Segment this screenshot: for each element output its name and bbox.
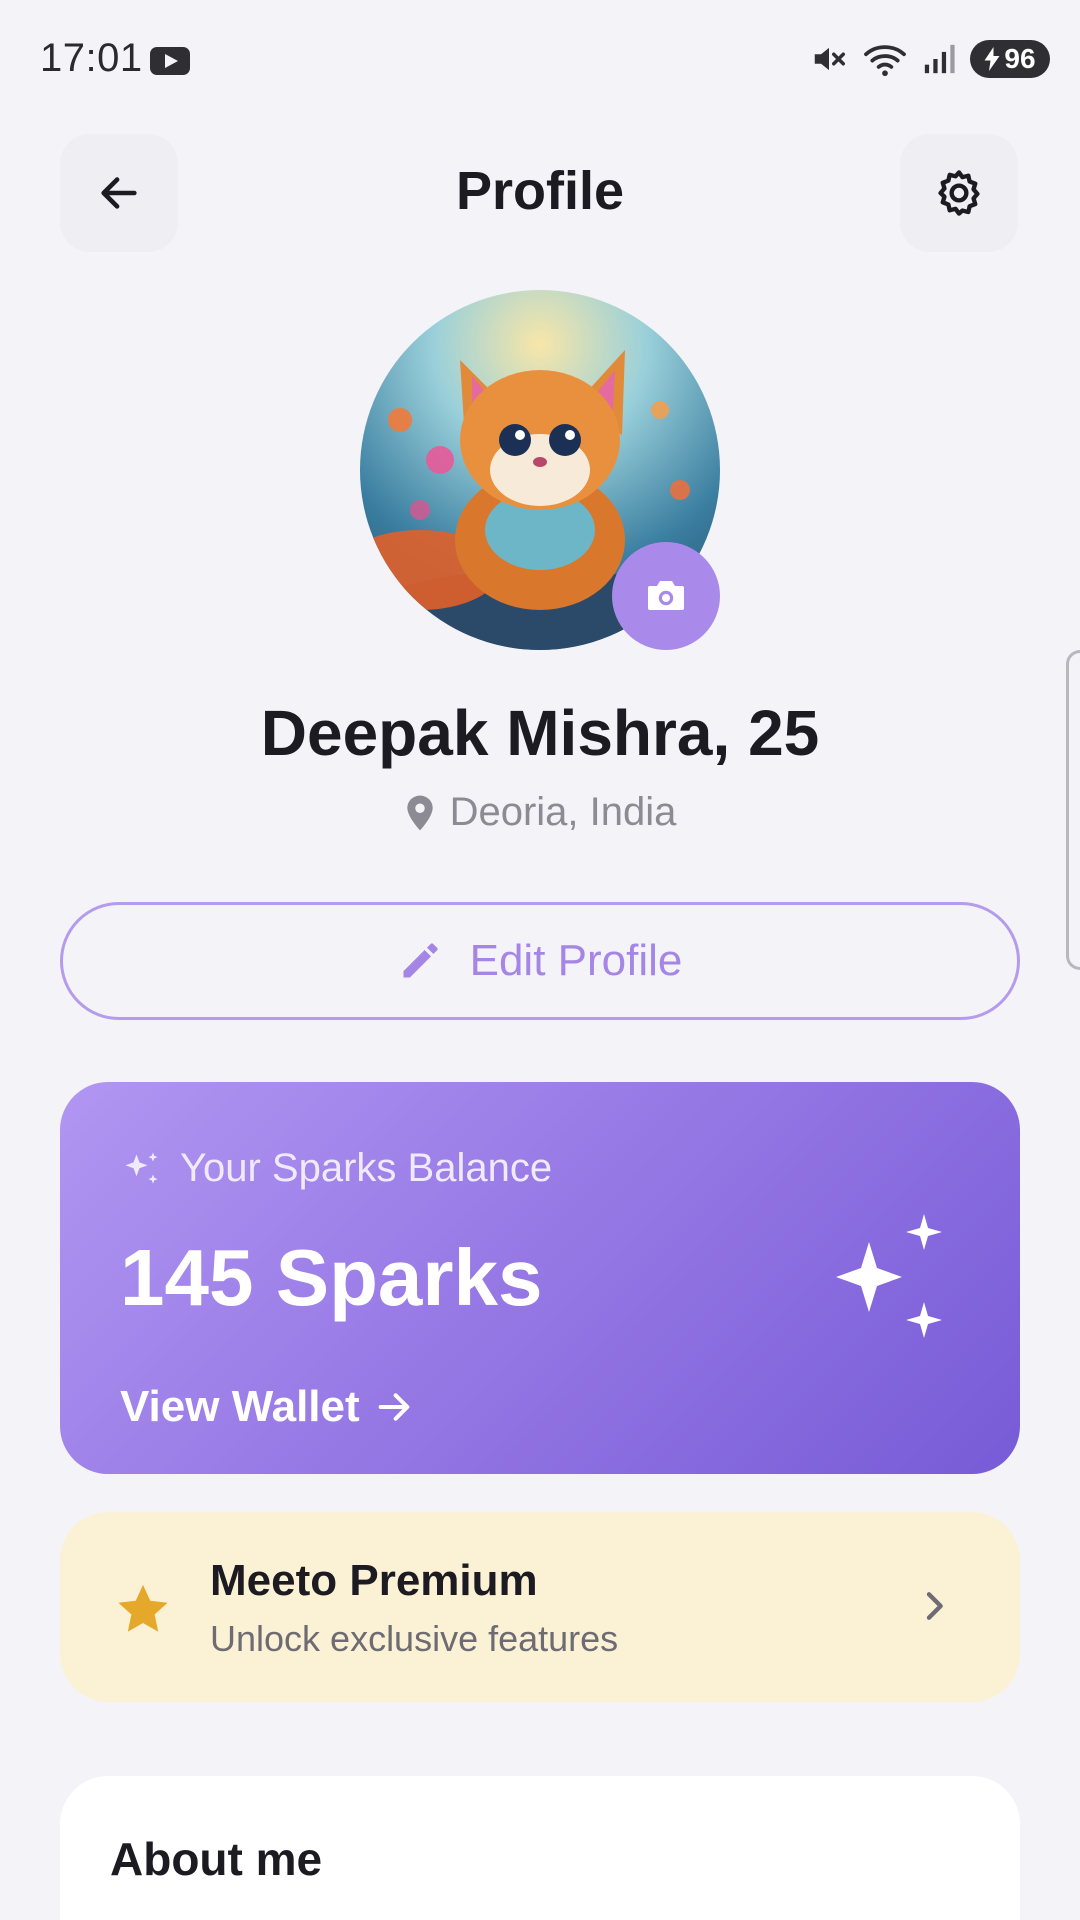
star-icon [118, 1584, 168, 1632]
about-card: About me [60, 1776, 1020, 1920]
profile-screen: 17:01 96 Profile Deepak Mishra, 25 Deori… [0, 0, 1080, 1920]
charging-bolt-icon [984, 47, 1000, 71]
location-text: Deoria, India [449, 790, 677, 834]
view-wallet-link[interactable]: View Wallet [120, 1382, 414, 1432]
edge-panel-handle[interactable] [1066, 650, 1080, 970]
sparkles-large-icon [836, 1214, 942, 1338]
user-location: Deoria, India [0, 790, 1080, 835]
gear-icon [938, 170, 980, 216]
camera-icon [648, 581, 684, 610]
about-title: About me [110, 1833, 323, 1885]
status-icons: 96 [810, 40, 1050, 78]
edit-profile-button[interactable]: Edit Profile [60, 902, 1020, 1020]
sparkles-small-icon [125, 1152, 158, 1184]
settings-button[interactable] [900, 134, 1018, 252]
premium-card[interactable]: Meeto Premium Unlock exclusive features [60, 1512, 1020, 1702]
edit-profile-label: Edit Profile [469, 936, 683, 985]
arrow-right-icon [378, 1393, 409, 1421]
status-time: 17:01 [40, 36, 143, 80]
mute-icon [814, 47, 845, 71]
premium-title: Meeto Premium [210, 1556, 538, 1605]
battery-icon: 96 [970, 40, 1050, 78]
chevron-right-icon [926, 1592, 943, 1620]
location-pin-icon [406, 795, 433, 830]
battery-level: 96 [1004, 43, 1036, 74]
pencil-icon [403, 943, 438, 978]
sparks-amount: 145 Sparks [120, 1233, 543, 1322]
sparks-balance-card[interactable]: Your Sparks Balance 145 Sparks View Wall… [60, 1082, 1020, 1474]
user-name: Deepak Mishra, 25 [260, 697, 820, 769]
change-photo-button[interactable] [612, 542, 720, 650]
sparks-label-row: Your Sparks Balance [120, 1146, 552, 1191]
sparks-label: Your Sparks Balance [180, 1146, 553, 1190]
wifi-icon [864, 45, 906, 77]
status-bar: 17:01 96 [0, 0, 1080, 120]
youtube-icon [150, 47, 190, 75]
signal-icon [924, 44, 955, 74]
view-wallet-label: View Wallet [120, 1382, 360, 1431]
premium-subtitle: Unlock exclusive features [210, 1618, 619, 1659]
